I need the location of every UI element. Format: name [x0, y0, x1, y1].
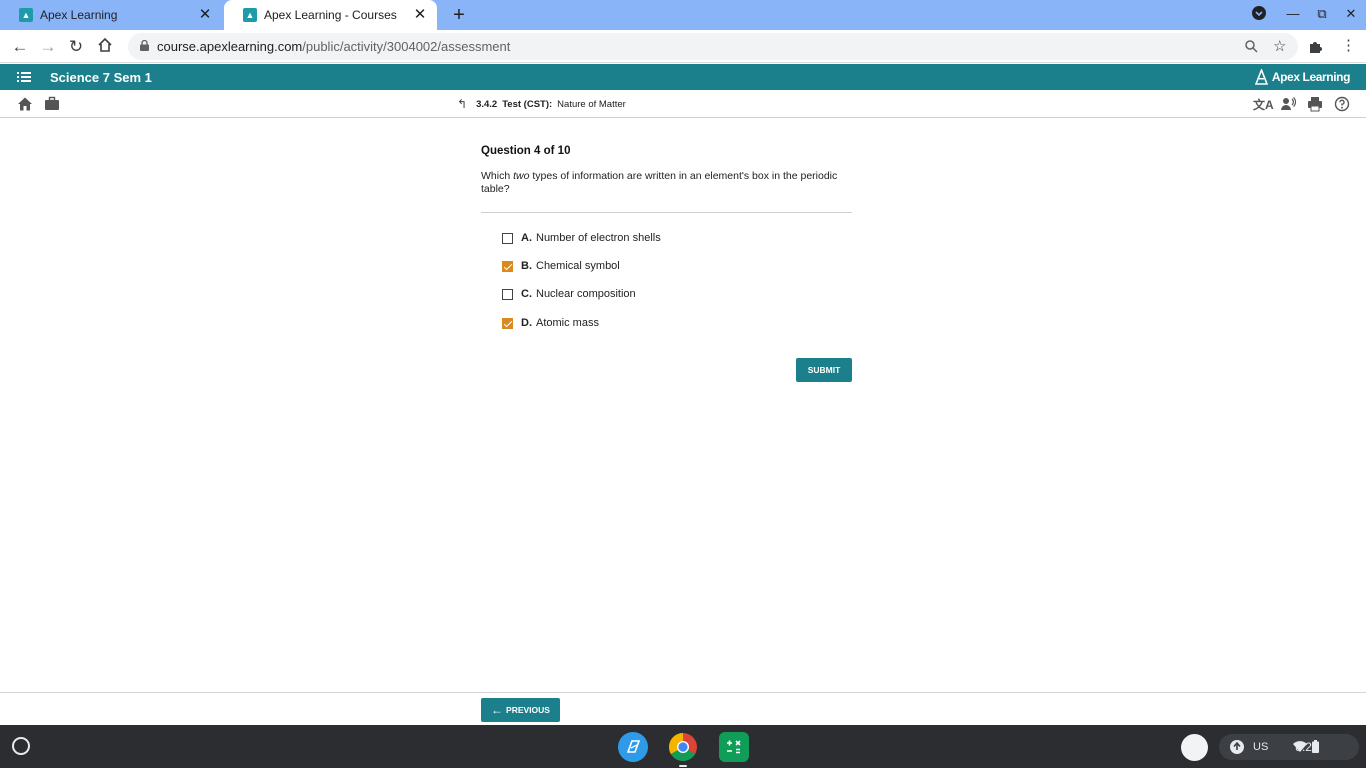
os-shelf: US 8:29: [0, 725, 1366, 768]
browser-tab-apex-learning[interactable]: ▲ Apex Learning ✕: [0, 0, 222, 30]
choice-letter: D.: [521, 317, 532, 329]
read-aloud-icon[interactable]: [1280, 96, 1296, 112]
apex-logo: Apex Learning: [1254, 69, 1350, 85]
help-icon[interactable]: [1334, 96, 1350, 112]
calculator-app-icon[interactable]: [719, 732, 749, 762]
tab-search-icon[interactable]: [1250, 6, 1268, 23]
activity-footer: ← PREVIOUS: [0, 692, 1366, 725]
tab-title: Apex Learning: [40, 8, 118, 22]
choice-label: Atomic mass: [536, 317, 599, 329]
bookmark-star-icon[interactable]: ☆: [1273, 37, 1286, 55]
course-header: Science 7 Sem 1 Apex Learning: [0, 64, 1366, 90]
wifi-icon: [1293, 741, 1307, 752]
restore-icon[interactable]: ⧉: [1313, 6, 1331, 22]
close-window-icon[interactable]: ✕: [1342, 6, 1360, 22]
url-text: course.apexlearning.com/public/activity/…: [157, 39, 511, 54]
chrome-icon[interactable]: [668, 732, 698, 767]
divider: [481, 212, 852, 213]
question-text: Which two types of information are writt…: [481, 170, 838, 195]
browser-tab-apex-courses[interactable]: ▲ Apex Learning - Courses ✕: [224, 0, 437, 30]
checkbox-checked[interactable]: [502, 260, 513, 272]
choice-label: Chemical symbol: [536, 260, 620, 272]
browser-toolbar: ← → ↻ course.apexlearning.com/public/act…: [0, 30, 1366, 63]
up-arrow-icon[interactable]: ↰: [457, 97, 467, 111]
answer-choice-c[interactable]: C. Nuclear composition: [502, 287, 636, 301]
close-tab-icon[interactable]: ✕: [412, 7, 428, 23]
activity-title: Nature of Matter: [557, 98, 626, 110]
arrow-left-icon: ←: [491, 703, 504, 717]
apex-logo-icon: [1254, 69, 1268, 85]
choice-label: Number of electron shells: [536, 232, 661, 244]
checkbox[interactable]: [502, 232, 513, 244]
apex-favicon-icon: ▲: [243, 8, 257, 22]
minimize-icon[interactable]: —: [1284, 6, 1302, 21]
app-files-icon[interactable]: [618, 732, 648, 762]
reload-icon[interactable]: ↻: [66, 37, 86, 57]
checkbox-checked[interactable]: [502, 317, 513, 329]
breadcrumb: ↰ 3.4.2 Test (CST): Nature of Matter: [457, 97, 626, 111]
zoom-icon[interactable]: [1245, 40, 1258, 53]
battery-icon: [1312, 740, 1319, 753]
activity-number: 3.4.2: [476, 98, 498, 110]
menu-icon[interactable]: [17, 71, 31, 83]
address-bar[interactable]: course.apexlearning.com/public/activity/…: [128, 33, 1298, 60]
holding-space-icon[interactable]: [1181, 734, 1208, 761]
submit-button[interactable]: SUBMIT: [796, 358, 852, 382]
translate-icon[interactable]: 文A: [1253, 96, 1274, 113]
close-tab-icon[interactable]: ✕: [197, 7, 213, 23]
extensions-icon[interactable]: [1308, 39, 1323, 54]
lock-icon: [140, 40, 149, 51]
activity-type: Test (CST):: [502, 98, 553, 110]
keyboard-layout: US: [1253, 741, 1269, 753]
checkbox[interactable]: [502, 288, 513, 300]
update-icon: [1230, 740, 1244, 754]
browser-tab-strip: ▲ Apex Learning ✕ ▲ Apex Learning - Cour…: [0, 0, 1366, 30]
browser-menu-icon[interactable]: ⋮: [1341, 37, 1356, 55]
answer-choice-d[interactable]: D. Atomic mass: [502, 316, 599, 330]
briefcase-icon[interactable]: [44, 96, 60, 112]
choice-letter: A.: [521, 232, 532, 244]
answer-choice-b[interactable]: B. Chemical symbol: [502, 259, 620, 273]
forward-icon[interactable]: →: [38, 37, 58, 57]
home-icon[interactable]: [17, 96, 33, 112]
choice-letter: C.: [521, 288, 532, 300]
question-title: Question 4 of 10: [481, 145, 571, 157]
back-icon[interactable]: ←: [10, 37, 30, 57]
print-icon[interactable]: [1307, 96, 1323, 112]
launcher-icon[interactable]: [12, 737, 30, 755]
course-name[interactable]: Science 7 Sem 1: [50, 70, 152, 85]
previous-button[interactable]: ← PREVIOUS: [481, 698, 560, 722]
answer-choice-a[interactable]: A. Number of electron shells: [502, 231, 661, 245]
activity-toolbar: ↰ 3.4.2 Test (CST): Nature of Matter 文A: [0, 90, 1366, 118]
tab-title: Apex Learning - Courses: [264, 8, 397, 22]
choice-letter: B.: [521, 260, 532, 272]
apex-favicon-icon: ▲: [19, 8, 33, 22]
new-tab-icon[interactable]: +: [449, 5, 469, 25]
home-icon[interactable]: [95, 37, 115, 57]
status-tray[interactable]: US 8:29: [1219, 734, 1359, 760]
choice-label: Nuclear composition: [536, 288, 636, 300]
